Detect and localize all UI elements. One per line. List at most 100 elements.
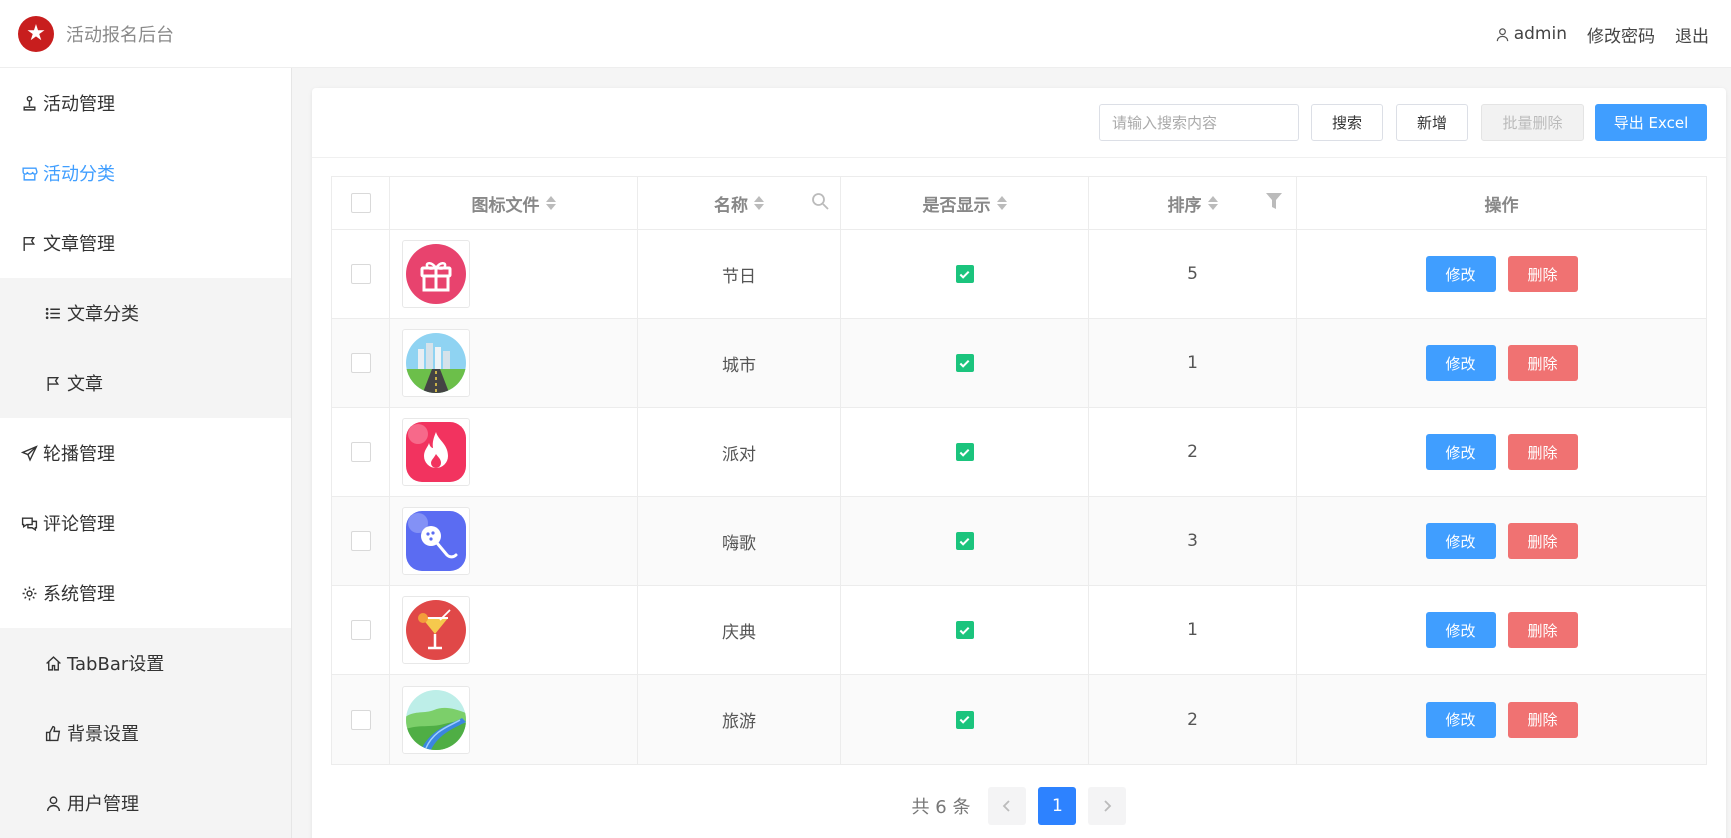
search-input[interactable] bbox=[1099, 104, 1299, 141]
sidebar-item-article-category[interactable]: 文章分类 bbox=[0, 278, 291, 348]
column-header-label: 名称 bbox=[714, 195, 748, 216]
visible-checked-icon bbox=[955, 354, 974, 372]
icon-cell bbox=[390, 408, 638, 496]
sidebar-item-label: 文章管理 bbox=[43, 234, 115, 255]
user-icon bbox=[44, 794, 62, 812]
landscape-icon[interactable] bbox=[402, 685, 470, 754]
visible-cell bbox=[841, 408, 1089, 496]
row-checkbox-cell bbox=[332, 319, 390, 407]
row-checkbox[interactable] bbox=[350, 264, 371, 284]
select-all-checkbox[interactable] bbox=[350, 193, 371, 213]
column-header-visible[interactable]: 是否显示 bbox=[841, 177, 1089, 229]
row-checkbox-cell bbox=[332, 586, 390, 674]
export-excel-button[interactable]: 导出 Excel bbox=[1595, 104, 1707, 141]
sidebar-item-carousel-management[interactable]: 轮播管理 bbox=[0, 418, 291, 488]
name-cell: 城市 bbox=[638, 319, 841, 407]
actions-cell: 修改 删除 bbox=[1297, 408, 1706, 496]
sort-icon[interactable] bbox=[1207, 196, 1218, 210]
sidebar-item-background-settings[interactable]: 背景设置 bbox=[0, 698, 291, 768]
prev-page-button[interactable] bbox=[988, 787, 1027, 825]
row-checkbox[interactable] bbox=[350, 709, 371, 730]
table-row: 派对 2 修改 删除 bbox=[332, 408, 1706, 497]
row-checkbox-cell bbox=[332, 408, 390, 496]
visible-cell bbox=[841, 497, 1089, 585]
edit-button[interactable]: 修改 bbox=[1425, 256, 1496, 292]
column-header-order[interactable]: 排序 bbox=[1089, 177, 1297, 229]
sidebar-item-article[interactable]: 文章 bbox=[0, 348, 291, 418]
name-cell: 嗨歌 bbox=[638, 497, 841, 585]
row-checkbox-cell bbox=[332, 230, 390, 318]
cocktail-icon[interactable] bbox=[402, 596, 470, 664]
actions-cell: 修改 删除 bbox=[1297, 497, 1706, 585]
fire-icon[interactable] bbox=[402, 418, 470, 486]
sidebar-item-activity-category[interactable]: 活动分类 bbox=[0, 138, 291, 208]
icon-cell bbox=[390, 586, 638, 674]
sort-icon[interactable] bbox=[545, 196, 556, 210]
toolbar: 搜索 新增 批量删除 导出 Excel bbox=[312, 88, 1726, 158]
sidebar-item-activity-management[interactable]: 活动管理 bbox=[0, 68, 291, 138]
category-table: 图标文件 名称 是否显示 排序 操作 节日 5 修改 删除 城市 1 修改 删除… bbox=[331, 176, 1707, 765]
edit-button[interactable]: 修改 bbox=[1425, 434, 1496, 470]
search-button[interactable]: 搜索 bbox=[1311, 104, 1383, 141]
name-cell: 节日 bbox=[638, 230, 841, 318]
row-checkbox[interactable] bbox=[350, 442, 371, 462]
row-checkbox[interactable] bbox=[350, 531, 371, 551]
delete-button[interactable]: 删除 bbox=[1507, 701, 1578, 738]
page-number-button[interactable]: 1 bbox=[1038, 787, 1077, 825]
sidebar-item-label: 背景设置 bbox=[67, 724, 139, 745]
flag-icon bbox=[44, 374, 62, 392]
edit-button[interactable]: 修改 bbox=[1425, 523, 1496, 559]
city-icon[interactable] bbox=[402, 329, 470, 397]
search-icon[interactable] bbox=[810, 191, 830, 211]
column-header-icon-file[interactable]: 图标文件 bbox=[390, 177, 638, 229]
microphone-icon[interactable] bbox=[402, 507, 470, 575]
order-cell: 3 bbox=[1089, 497, 1297, 585]
visible-checked-icon bbox=[955, 710, 974, 729]
row-checkbox[interactable] bbox=[350, 620, 371, 640]
visible-cell bbox=[841, 675, 1089, 764]
sidebar-item-article-management[interactable]: 文章管理 bbox=[0, 208, 291, 278]
table-row: 嗨歌 3 修改 删除 bbox=[332, 497, 1706, 586]
app-title: 活动报名后台 bbox=[66, 24, 174, 46]
delete-button[interactable]: 删除 bbox=[1507, 434, 1578, 470]
sort-icon[interactable] bbox=[996, 196, 1007, 210]
delete-button[interactable]: 删除 bbox=[1507, 345, 1578, 381]
delete-button[interactable]: 删除 bbox=[1507, 612, 1578, 648]
delete-button[interactable]: 删除 bbox=[1507, 256, 1578, 292]
gift-icon[interactable] bbox=[402, 240, 470, 308]
joystick-icon bbox=[20, 94, 38, 112]
delete-button[interactable]: 删除 bbox=[1507, 523, 1578, 559]
table-row: 庆典 1 修改 删除 bbox=[332, 586, 1706, 675]
edit-button[interactable]: 修改 bbox=[1425, 612, 1496, 648]
actions-cell: 修改 删除 bbox=[1297, 230, 1706, 318]
sidebar-item-system-management[interactable]: 系统管理 bbox=[0, 558, 291, 628]
logout-link[interactable]: 退出 bbox=[1675, 22, 1709, 47]
sidebar-item-comment-management[interactable]: 评论管理 bbox=[0, 488, 291, 558]
name-cell: 派对 bbox=[638, 408, 841, 496]
edit-button[interactable]: 修改 bbox=[1425, 701, 1496, 738]
icon-cell bbox=[390, 319, 638, 407]
visible-checked-icon bbox=[955, 443, 974, 461]
filter-icon[interactable] bbox=[1264, 191, 1284, 211]
change-password-link[interactable]: 修改密码 bbox=[1587, 22, 1655, 47]
sidebar-item-tabbar-settings[interactable]: TabBar设置 bbox=[0, 628, 291, 698]
sidebar: 活动管理 活动分类 文章管理 文章分类 文章 轮播管理 评论管理 系统管理 Ta… bbox=[0, 68, 292, 838]
chevron-right-icon bbox=[1104, 800, 1112, 812]
row-checkbox[interactable] bbox=[350, 353, 371, 373]
home-icon bbox=[44, 654, 62, 672]
flag-icon bbox=[20, 234, 38, 252]
sort-icon[interactable] bbox=[754, 196, 764, 210]
batch-delete-button[interactable]: 批量删除 bbox=[1481, 104, 1584, 141]
column-header-actions: 操作 bbox=[1297, 177, 1706, 229]
edit-button[interactable]: 修改 bbox=[1425, 345, 1496, 381]
next-page-button[interactable] bbox=[1088, 787, 1127, 825]
add-button[interactable]: 新增 bbox=[1396, 104, 1468, 141]
table-row: 旅游 2 修改 删除 bbox=[332, 675, 1706, 764]
name-cell: 庆典 bbox=[638, 586, 841, 674]
column-header-name[interactable]: 名称 bbox=[638, 177, 841, 229]
user-menu[interactable]: admin bbox=[1495, 24, 1567, 44]
sidebar-item-user-management[interactable]: 用户管理 bbox=[0, 768, 291, 838]
thumb-up-icon bbox=[44, 724, 62, 742]
sidebar-item-label: 用户管理 bbox=[67, 794, 139, 815]
user-icon bbox=[1496, 27, 1508, 41]
